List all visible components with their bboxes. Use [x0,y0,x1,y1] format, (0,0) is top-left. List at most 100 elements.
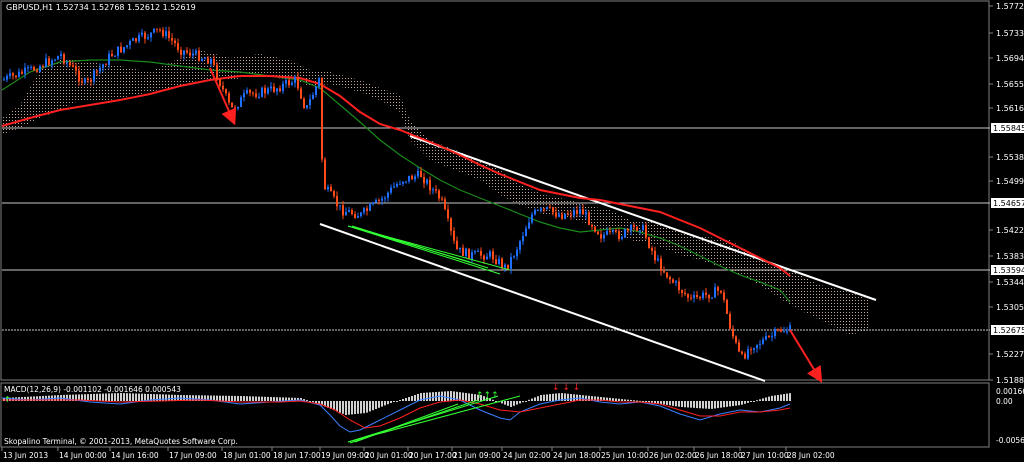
time-axis-label: 19 Jun 09:00 [321,451,369,460]
macd-histogram-bar [750,401,752,402]
macd-histogram-bar [144,393,146,401]
candle-body [9,73,11,77]
candle-body [495,259,497,265]
candle-body [288,80,290,86]
candle-body [141,32,143,35]
macd-histogram-bar [732,401,734,407]
candle-body [591,224,593,227]
candle-body [399,183,401,185]
channel-upper-line[interactable] [409,135,877,301]
macd-histogram-bar [780,394,782,401]
macd-histogram-bar [510,401,512,407]
copyright-text: Skopalino Terminal, © 2001-2013, MetaQuo… [4,437,238,446]
macd-histogram-bar [162,394,164,401]
candle-body [435,189,437,191]
candle-body [429,179,431,191]
candle-body [597,231,599,235]
macd-histogram-bar [555,393,557,401]
candle-body [267,88,269,94]
trend-channel[interactable] [319,135,877,382]
candle-body [648,237,650,248]
candle-body [471,252,473,260]
macd-histogram-bar [735,401,737,406]
candle-body [546,207,548,210]
candle-body [189,52,191,56]
candle-body [705,292,707,295]
candle-body [60,54,62,57]
candle-body [753,348,755,350]
candle-body [18,71,20,77]
macd-histogram-bar [225,395,227,401]
candle-body [231,102,233,108]
candle-body [603,234,605,239]
macd-histogram-bar [159,394,161,401]
candle-body [249,90,251,93]
candle-body [690,297,692,299]
candle-body [468,248,470,260]
macd-histogram-bar [696,401,698,409]
macd-histogram-bar [741,401,743,405]
macd-histogram-bar [138,393,140,401]
macd-histogram-bar [165,394,167,401]
candle-body [423,177,425,184]
candle-body [693,294,695,298]
macd-histogram-bar [738,401,740,406]
macd-histogram-bar [129,393,131,401]
candle-body [30,66,32,68]
macd-histogram-bar [648,401,650,403]
candle-body [195,50,197,54]
candle-body [498,258,500,265]
candle-body [312,94,314,100]
macd-histogram-bar [336,401,338,412]
candle-body [774,329,776,337]
candle-body [384,197,386,199]
candle-body [639,230,641,232]
macd-histogram-bar [765,397,767,401]
candle-body [153,28,155,33]
price-axis-label: 1.56940 [996,54,1024,63]
candle-body [663,270,665,273]
macd-histogram-bar [525,401,527,402]
macd-histogram-bar [234,395,236,401]
candle-body [528,222,530,229]
candle-body [87,79,89,81]
macd-histogram-bar [573,394,575,401]
candle-body [402,181,404,184]
candle-body [3,79,5,81]
macd-histogram-bar [372,401,374,411]
macd-histogram-bar [702,401,704,409]
candle-body [660,258,662,271]
macd-histogram-bar [342,401,344,414]
macd-histogram-bar [636,400,638,402]
candle-body [315,86,317,95]
candle-body [213,58,215,65]
candle-body [219,79,221,86]
price-axis-label: 1.55380 [996,153,1024,162]
macd-histogram-bar [468,393,470,401]
candle-body [555,212,557,217]
macd-histogram-bar [381,401,383,407]
price-axis: 1.57720 1.57330 1.56940 1.56550 1.56160 1.553… [989,2,1024,385]
macd-histogram-bar [399,400,401,401]
macd-histogram-bar [363,401,365,414]
macd-histogram-bar [390,401,392,403]
candle-body [324,159,326,190]
chart-canvas[interactable]: GBPUSD,H1 1.52734 1.52768 1.52612 1.5261… [0,0,1024,462]
macd-histogram-bar [618,398,620,401]
candle-body [576,210,578,214]
candle-body [627,229,629,231]
candle-body [42,65,44,67]
macd-histogram-bar [612,398,614,401]
candle-body [354,214,356,218]
candle-body [333,191,335,197]
candle-body [726,299,728,314]
candle-body [630,225,632,231]
candle-body [84,79,86,83]
candle-body [744,353,746,359]
candle-body [48,58,50,65]
macd-histogram-bar [417,394,419,401]
candle-body [261,87,263,97]
macd-histogram-bar [108,393,110,401]
divergence-lines-price[interactable] [347,225,511,275]
price-level-label: 1.55845 [993,124,1024,133]
